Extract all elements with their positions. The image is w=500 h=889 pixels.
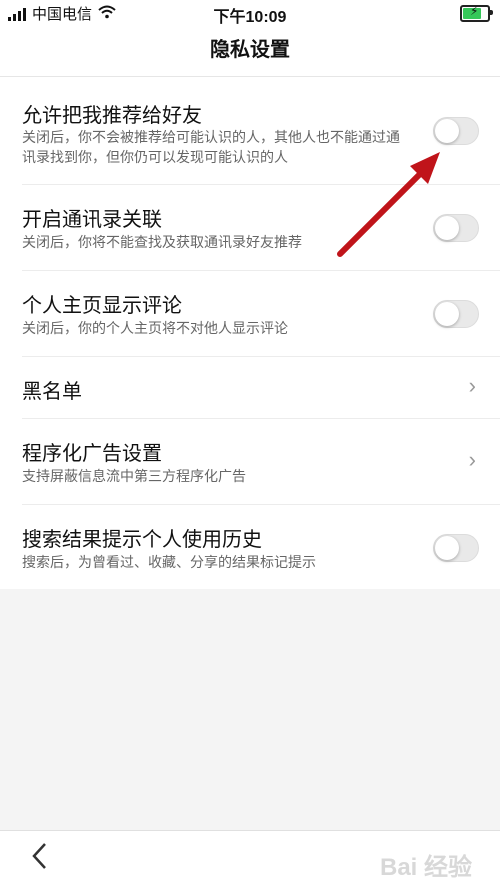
- watermark: Bai 经验: [379, 854, 472, 881]
- setting-desc: 关闭后，你不会被推荐给可能认识的人，其他人也不能通过通讯录找到你，但你仍可以发现…: [22, 129, 400, 165]
- nav-bar: 隐私设置: [0, 26, 500, 77]
- setting-blacklist[interactable]: 黑名单 ›: [0, 357, 500, 419]
- setting-desc: 搜索后，为曾看过、收藏、分享的结果标记提示: [22, 554, 316, 570]
- page-title: 隐私设置: [210, 39, 290, 61]
- setting-title: 开启通讯录关联: [22, 209, 162, 231]
- setting-title: 个人主页显示评论: [22, 295, 182, 317]
- chevron-right-icon: ›: [468, 447, 476, 472]
- comments-toggle[interactable]: [433, 300, 479, 328]
- settings-list: 允许把我推荐给好友 关闭后，你不会被推荐给可能认识的人，其他人也不能通过通讯录找…: [0, 77, 500, 589]
- chevron-right-icon: ›: [468, 373, 476, 398]
- setting-desc: 支持屏蔽信息流中第三方程序化广告: [22, 468, 246, 484]
- setting-recommend-me[interactable]: 允许把我推荐给好友 关闭后，你不会被推荐给可能认识的人，其他人也不能通过通讯录找…: [0, 77, 500, 185]
- setting-programmatic-ads[interactable]: 程序化广告设置 支持屏蔽信息流中第三方程序化广告 ›: [0, 419, 500, 505]
- setting-show-comments[interactable]: 个人主页显示评论 关闭后，你的个人主页将不对他人显示评论: [0, 271, 500, 357]
- clock: 下午10:09: [213, 9, 287, 26]
- setting-desc: 关闭后，你的个人主页将不对他人显示评论: [22, 320, 288, 336]
- search-history-toggle[interactable]: [433, 534, 479, 562]
- recommend-toggle[interactable]: [433, 117, 479, 145]
- battery-icon: ⚡: [460, 4, 493, 22]
- status-bar: 中国电信 下午10:09 ⚡: [0, 0, 500, 26]
- setting-search-history[interactable]: 搜索结果提示个人使用历史 搜索后，为曾看过、收藏、分享的结果标记提示: [0, 505, 500, 589]
- setting-title: 允许把我推荐给好友: [22, 105, 202, 127]
- setting-contacts-link[interactable]: 开启通讯录关联 关闭后，你将不能查找及获取通讯录好友推荐: [0, 185, 500, 271]
- bottom-bar: Bai 经验: [0, 830, 500, 889]
- chevron-left-icon[interactable]: [30, 841, 48, 879]
- setting-desc: 关闭后，你将不能查找及获取通讯录好友推荐: [22, 234, 302, 250]
- setting-title: 黑名单: [22, 381, 82, 403]
- setting-title: 程序化广告设置: [22, 443, 162, 465]
- contacts-toggle[interactable]: [433, 214, 479, 242]
- setting-title: 搜索结果提示个人使用历史: [22, 529, 262, 551]
